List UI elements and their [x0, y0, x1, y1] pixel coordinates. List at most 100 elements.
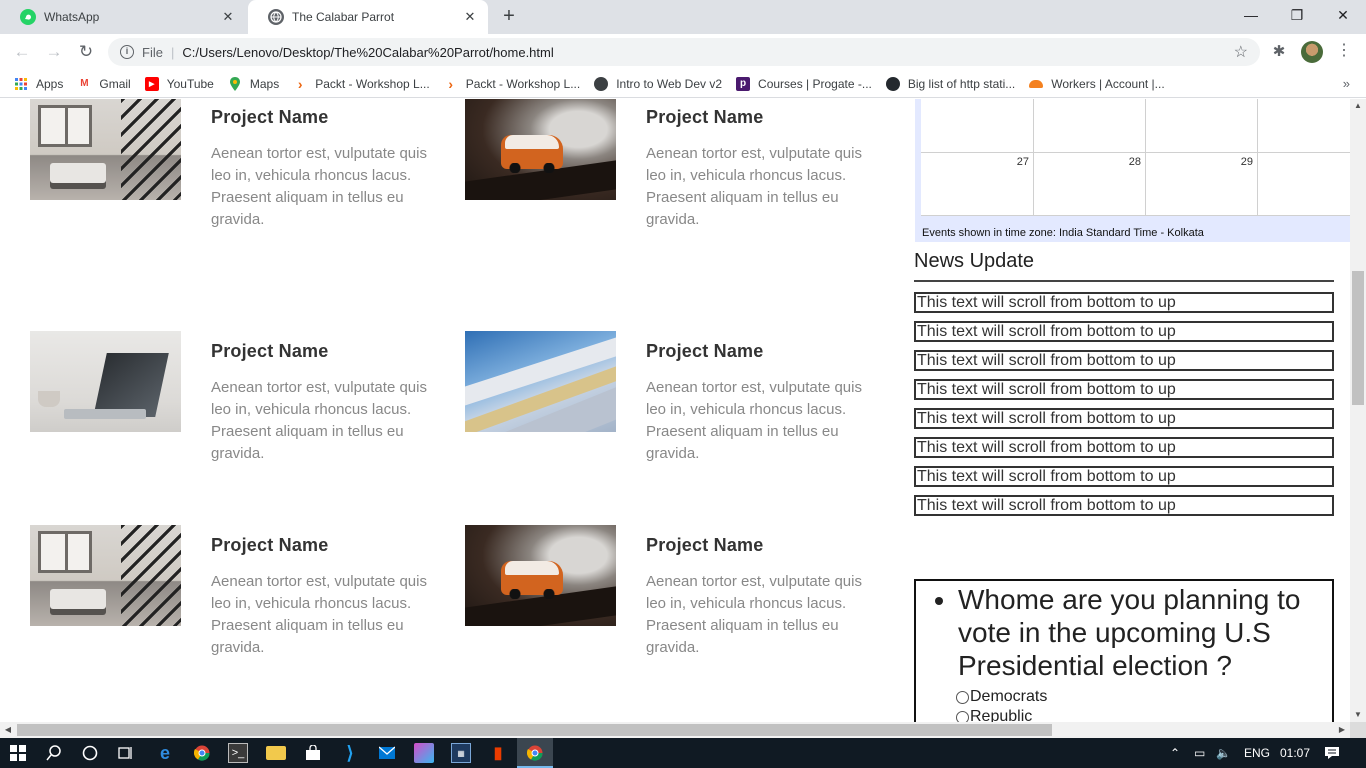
chrome-active-icon[interactable]: [525, 743, 545, 763]
tab-title: The Calabar Parrot: [292, 10, 395, 24]
calendar-cell[interactable]: [1258, 99, 1350, 153]
scroll-up-icon[interactable]: ▲: [1350, 99, 1366, 113]
mail-icon[interactable]: [377, 743, 397, 763]
language-indicator[interactable]: ENG: [1244, 738, 1270, 768]
back-arrow-icon[interactable]: ←: [10, 40, 34, 64]
profile-avatar[interactable]: [1301, 41, 1323, 63]
calendar-cell[interactable]: [921, 99, 1034, 153]
project-description: Aenean tortor est, vulputate quis leo in…: [646, 573, 862, 656]
news-item[interactable]: This text will scroll from bottom to up: [914, 292, 1334, 313]
poll-question: Whome are you planning to vote in the up…: [958, 583, 1332, 682]
poll-option-democrats[interactable]: Democrats: [956, 688, 1332, 706]
github-icon: [885, 76, 900, 91]
bookmark-label: Gmail: [99, 76, 131, 91]
vertical-scroll-thumb[interactable]: [1352, 271, 1364, 405]
scroll-right-icon[interactable]: ▶: [1334, 722, 1350, 738]
cortana-icon[interactable]: [80, 743, 100, 763]
search-icon[interactable]: [44, 743, 64, 763]
tab-strip: WhatsApp ✕ The Calabar Parrot ✕ + — ❐ ✕: [0, 0, 1366, 34]
project-description: Aenean tortor est, vulputate quis leo in…: [211, 573, 427, 656]
reload-icon[interactable]: ↻: [74, 40, 98, 64]
bookmarks-bar: Apps M Gmail ▶ YouTube Maps › Packt - Wo…: [0, 70, 1366, 98]
bookmark-github[interactable]: Big list of http stati...: [885, 76, 1015, 91]
calendar-cell[interactable]: 27: [921, 153, 1034, 216]
minimize-button[interactable]: —: [1228, 0, 1274, 30]
calendar-cell[interactable]: [1146, 99, 1258, 153]
file-explorer-icon[interactable]: [266, 746, 286, 760]
bookmark-packt-1[interactable]: › Packt - Workshop L...: [293, 76, 430, 92]
close-window-button[interactable]: ✕: [1320, 0, 1366, 30]
paint-3d-icon[interactable]: [414, 743, 434, 763]
horizontal-scrollbar[interactable]: ◀ ▶: [0, 722, 1350, 738]
project-title: Project Name: [211, 535, 329, 555]
calendar-timezone-note: Events shown in time zone: India Standar…: [922, 227, 1204, 239]
bookmark-label: Courses | Progate -...: [758, 76, 872, 91]
terminal-icon[interactable]: >_: [228, 743, 248, 763]
news-item[interactable]: This text will scroll from bottom to up: [914, 466, 1334, 487]
van-photo: [465, 99, 616, 200]
project-description: Aenean tortor est, vulputate quis leo in…: [646, 379, 862, 462]
clock[interactable]: 01:07: [1280, 738, 1310, 768]
extensions-icon[interactable]: ✱: [1270, 42, 1288, 60]
chrome-icon[interactable]: [192, 743, 212, 763]
vertical-scrollbar[interactable]: ▲ ▼: [1350, 99, 1366, 722]
scroll-left-icon[interactable]: ◀: [0, 722, 16, 738]
browser-toolbar: ← → ↻ i File | C:/Users/Lenovo/Desktop/T…: [0, 34, 1366, 70]
calendar-embed: 27 28 29 Events shown in time zone: Indi…: [915, 99, 1350, 242]
notifications-icon[interactable]: [1324, 738, 1340, 768]
news-ticker: This text will scroll from bottom to up …: [914, 292, 1334, 524]
more-bookmarks-icon[interactable]: »: [1343, 76, 1350, 91]
news-item[interactable]: This text will scroll from bottom to up: [914, 321, 1334, 342]
app-icon[interactable]: ▦: [451, 743, 471, 763]
scrollbar-corner: [1350, 722, 1366, 738]
laptop-photo: [30, 331, 181, 432]
radio-button[interactable]: [956, 690, 969, 704]
restore-button[interactable]: ❐: [1274, 0, 1320, 30]
horizontal-scroll-thumb[interactable]: [17, 724, 1052, 736]
office-icon[interactable]: ▮: [488, 743, 508, 763]
vscode-icon[interactable]: ⟩: [340, 743, 360, 763]
url-text[interactable]: C:/Users/Lenovo/Desktop/The%20Calabar%20…: [182, 45, 553, 60]
news-item[interactable]: This text will scroll from bottom to up: [914, 350, 1334, 371]
bookmark-star-icon[interactable]: ☆: [1234, 42, 1248, 62]
news-item[interactable]: This text will scroll from bottom to up: [914, 408, 1334, 429]
info-icon[interactable]: i: [120, 45, 134, 59]
scroll-down-icon[interactable]: ▼: [1350, 708, 1366, 722]
bookmark-label: Packt - Workshop L...: [465, 76, 581, 91]
bookmark-apps[interactable]: Apps: [14, 77, 63, 91]
bookmark-maps[interactable]: Maps: [228, 76, 279, 91]
radio-button[interactable]: [956, 710, 969, 722]
calendar-cell[interactable]: [1258, 153, 1350, 216]
store-icon[interactable]: [303, 743, 323, 763]
menu-kebab-icon[interactable]: ⋮: [1336, 40, 1352, 62]
calendar-cell[interactable]: 29: [1146, 153, 1258, 216]
close-tab-icon[interactable]: ✕: [462, 9, 478, 25]
address-bar[interactable]: i File | C:/Users/Lenovo/Desktop/The%20C…: [108, 38, 1260, 66]
windows-start-icon[interactable]: [8, 743, 28, 763]
news-item[interactable]: This text will scroll from bottom to up: [914, 437, 1334, 458]
task-view-icon[interactable]: [116, 743, 136, 763]
close-tab-icon[interactable]: ✕: [220, 9, 236, 25]
forward-arrow-icon[interactable]: →: [42, 40, 66, 64]
calendar-cell[interactable]: 28: [1034, 153, 1146, 216]
news-item[interactable]: This text will scroll from bottom to up: [914, 495, 1334, 516]
edge-icon[interactable]: e: [155, 743, 175, 763]
new-tab-button[interactable]: +: [498, 6, 520, 28]
tab-whatsapp[interactable]: WhatsApp ✕: [0, 0, 246, 34]
apps-grid-icon: [14, 77, 28, 91]
bookmark-intro-web-dev[interactable]: Intro to Web Dev v2: [594, 76, 723, 91]
tray-chevron-icon[interactable]: ⌃: [1170, 738, 1180, 768]
bookmark-progate[interactable]: p Courses | Progate -...: [736, 76, 872, 91]
volume-icon[interactable]: 🔈: [1216, 738, 1231, 768]
bookmark-youtube[interactable]: ▶ YouTube: [144, 76, 214, 91]
poll-option-label: Democrats: [970, 688, 1048, 705]
tab-calabar-parrot[interactable]: The Calabar Parrot ✕: [248, 0, 488, 34]
calendar-cell[interactable]: [1034, 99, 1146, 153]
bookmark-packt-2[interactable]: › Packt - Workshop L...: [444, 76, 581, 92]
battery-icon[interactable]: ▭: [1194, 738, 1205, 768]
bookmark-label: Intro to Web Dev v2: [616, 76, 723, 91]
news-item[interactable]: This text will scroll from bottom to up: [914, 379, 1334, 400]
poll-option-republic[interactable]: Republic: [956, 708, 1332, 722]
bookmark-gmail[interactable]: M Gmail: [77, 76, 131, 91]
bookmark-cloudflare[interactable]: Workers | Account |...: [1029, 77, 1165, 91]
